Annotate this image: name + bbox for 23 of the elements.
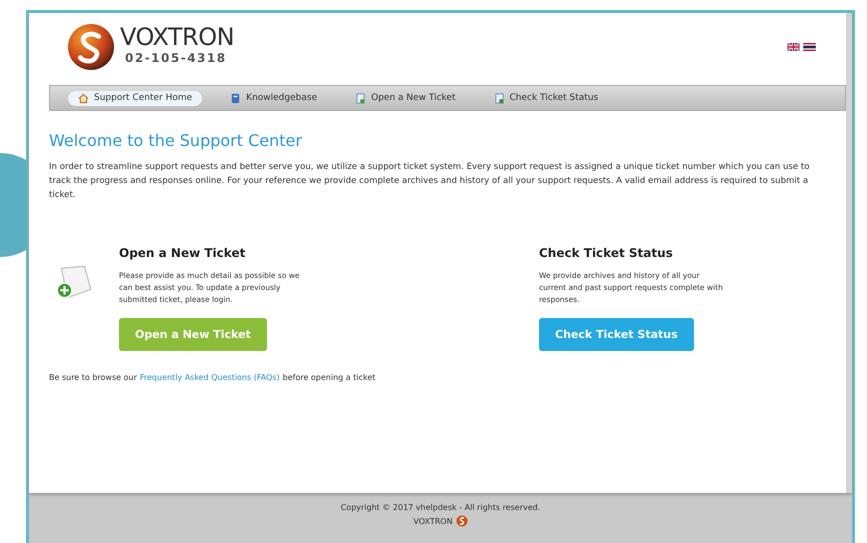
flag-icon[interactable] bbox=[787, 43, 800, 51]
nav-tab[interactable]: Knowledgebase bbox=[220, 90, 328, 106]
faq-link[interactable]: Frequently Asked Questions (FAQs) bbox=[140, 373, 280, 382]
faq-text: before opening a ticket bbox=[282, 373, 376, 382]
brand-name: VOXTRON bbox=[120, 23, 234, 51]
footer-brand: VOXTRON bbox=[413, 516, 453, 526]
document-icon bbox=[355, 92, 366, 104]
logo-icon bbox=[67, 23, 115, 71]
nav-tab[interactable]: Open a New Ticket bbox=[345, 90, 466, 106]
card-title: Open a New Ticket bbox=[119, 246, 246, 260]
nav-tab[interactable]: Support Center Home bbox=[68, 90, 202, 106]
card-title: Check Ticket Status bbox=[539, 246, 674, 260]
book-icon bbox=[230, 92, 242, 104]
welcome-text: In order to streamline support requests and better serve you, we utilize a support ticket system. Every support request is assigned a unique ticket number which you can use to track the progress and responses online. For your reference we provide complete archives and history of all your support requests. A valid email address is required to submit a ticket. bbox=[49, 161, 811, 202]
document-icon bbox=[494, 92, 505, 104]
welcome-title: Welcome to the Support Center bbox=[49, 131, 303, 150]
logo-icon bbox=[456, 515, 468, 527]
nav-tab[interactable]: Check Ticket Status bbox=[484, 90, 608, 106]
faq-text: Be sure to browse our bbox=[49, 373, 137, 382]
flag-icon[interactable] bbox=[803, 43, 816, 51]
home-icon bbox=[78, 92, 89, 104]
phone-number: 02-105-4318 bbox=[125, 51, 228, 65]
copyright-text: Copyright © 2017 vhelpdesk - All rights reserved. bbox=[340, 503, 540, 512]
